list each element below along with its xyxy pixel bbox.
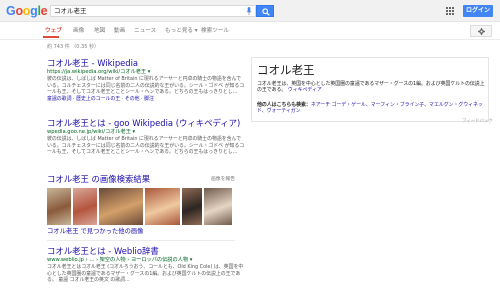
result-snippet: 彼の伝説は、しばしば Matter of Britain に現れるアーサーと円卓… — [47, 136, 245, 156]
image-results-title[interactable]: コオル老王 の画像検索結果 — [47, 174, 150, 185]
image-thumbnail[interactable] — [204, 188, 232, 225]
result-title-link[interactable]: コオル老王とは - goo Wikipedia (ウィキペディア) — [47, 118, 245, 129]
feedback-link[interactable]: フィードバック — [462, 119, 493, 125]
search-icon — [262, 8, 270, 16]
top-bar: Google ログイン — [0, 0, 500, 22]
google-logo[interactable]: Google — [6, 4, 48, 18]
search-button[interactable] — [256, 5, 274, 17]
logo-letter: o — [22, 4, 31, 18]
kp-source-link[interactable]: ウィキペディア — [288, 87, 322, 93]
tab-news[interactable]: ニュース — [134, 27, 156, 35]
tab-search-tools[interactable]: 検索ツール — [201, 27, 229, 35]
people-also-search: 他の人はこちらも検索：ネアーチ ゴーデ・ゲール、マーフィン・ブライン子、マエルグ… — [257, 102, 485, 115]
result-url[interactable]: wpedia.goo.ne.jp/wiki/コオル老王 ▾ — [47, 129, 245, 136]
tab-more[interactable]: もっと見る ▾ — [165, 27, 198, 35]
login-button[interactable]: ログイン — [463, 5, 493, 17]
logo-letter: G — [6, 4, 16, 18]
result-snippet: 彼の伝説は、しばしば Matter of Britain に現れるアーサーと円卓… — [47, 76, 245, 96]
logo-letter: g — [30, 4, 38, 18]
result-sitelinks[interactable]: 童謡の歌詞 · 歴史上のコールの王 · その他 · 脚注 — [47, 96, 245, 103]
result-stats: 約 743 件 （0.35 秒） — [47, 44, 100, 50]
knowledge-panel-description: コオル老王は、英国を中心とした英国圏の童謡であるマザー・グースの1編。および英国… — [257, 81, 485, 94]
apps-grid-icon[interactable] — [446, 7, 454, 15]
logo-letter: e — [40, 4, 48, 18]
gear-icon — [478, 28, 485, 35]
image-thumbnail[interactable] — [47, 188, 71, 225]
result-snippet: コオル老王とはコオル老王 (コオルろうおう、コールとも、Old King Col… — [47, 264, 244, 284]
image-thumbnail[interactable] — [182, 188, 202, 225]
result-title-link[interactable]: コオル老王 - Wikipedia — [47, 58, 245, 69]
settings-button[interactable] — [470, 25, 492, 37]
result-url[interactable]: https://ja.wikipedia.org/wiki/コオル老王 ▾ — [47, 69, 245, 76]
knowledge-panel: コオル老王 コオル老王は、英国を中心とした英国圏の童謡であるマザー・グースの1編… — [251, 57, 489, 122]
microphone-icon[interactable] — [246, 7, 252, 15]
tab-videos[interactable]: 動画 — [114, 27, 125, 35]
image-thumbnail[interactable] — [73, 188, 97, 225]
tab-web[interactable]: ウェブ — [45, 27, 62, 35]
search-box[interactable] — [50, 5, 256, 17]
more-images-link[interactable]: コオル老王 で見つかった他の画像 — [47, 227, 143, 236]
result-url[interactable]: www.weblio.jp › ... › 架空の人物 › ヨーロッパの伝説の人… — [47, 257, 245, 264]
search-result: コオル老王 - Wikipedia https://ja.wikipedia.o… — [47, 58, 245, 103]
active-tab-indicator — [43, 36, 59, 38]
knowledge-panel-title: コオル老王 — [257, 63, 315, 77]
tab-images[interactable]: 画像 — [73, 27, 84, 35]
search-result: コオル老王とは - Weblio辞書 www.weblio.jp › ... ›… — [47, 246, 245, 284]
logo-letter: o — [15, 4, 23, 18]
image-thumbnail[interactable] — [145, 188, 180, 225]
search-input[interactable] — [54, 6, 240, 16]
divider — [47, 240, 235, 241]
tab-maps[interactable]: 地図 — [94, 27, 105, 35]
search-result: コオル老王とは - goo Wikipedia (ウィキペディア) wpedia… — [47, 118, 245, 156]
report-images-link[interactable]: 画像を報告 — [211, 176, 235, 183]
search-nav: ウェブ 画像 地図 動画 ニュース もっと見る ▾ 検索ツール — [0, 22, 500, 40]
image-thumbnail[interactable] — [99, 188, 143, 225]
result-title-link[interactable]: コオル老王とは - Weblio辞書 — [47, 246, 245, 257]
